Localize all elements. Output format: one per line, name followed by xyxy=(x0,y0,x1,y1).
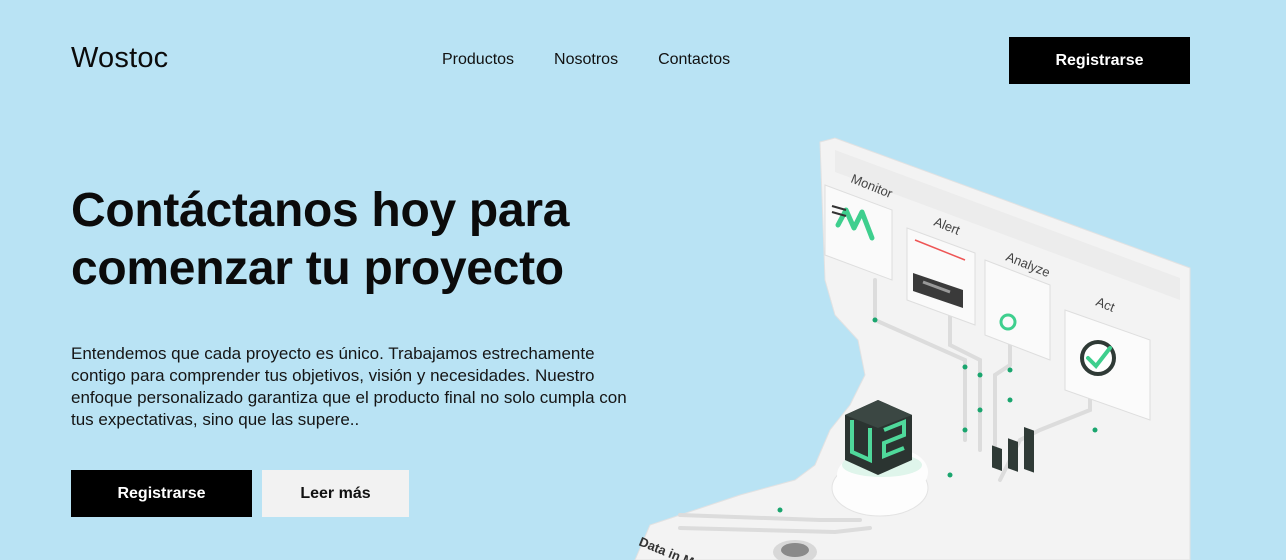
pipe-node xyxy=(947,472,953,478)
pipe-node xyxy=(977,372,983,378)
hero-description: Entendemos que cada proyecto es único. T… xyxy=(71,344,627,429)
hero-title: Contáctanos hoy para comenzar tu proyect… xyxy=(71,184,570,295)
header-register-button[interactable]: Registrarse xyxy=(1009,37,1190,84)
pipe-node xyxy=(872,317,878,323)
pipe-node xyxy=(1092,427,1098,433)
pipe-node xyxy=(962,427,968,433)
logo[interactable]: Wostoc xyxy=(71,42,168,75)
brand-cube-icon xyxy=(845,400,912,475)
nav-link-nosotros[interactable]: Nosotros xyxy=(554,51,618,69)
workflow-illustration: Monitor Alert Analyze Act Data in M xyxy=(634,137,1191,560)
pipe-node xyxy=(977,407,983,413)
pipe-node xyxy=(1007,367,1013,373)
nav-link-productos[interactable]: Productos xyxy=(442,51,514,69)
read-more-button[interactable]: Leer más xyxy=(262,470,409,517)
main-nav: Productos Nosotros Contactos xyxy=(442,51,730,69)
chart-bars-icon xyxy=(992,445,1002,472)
register-button[interactable]: Registrarse xyxy=(71,470,252,517)
pipe-node xyxy=(777,507,783,513)
nav-link-contactos[interactable]: Contactos xyxy=(658,51,730,69)
pipe-node xyxy=(1007,397,1013,403)
pipe-node xyxy=(962,364,968,370)
